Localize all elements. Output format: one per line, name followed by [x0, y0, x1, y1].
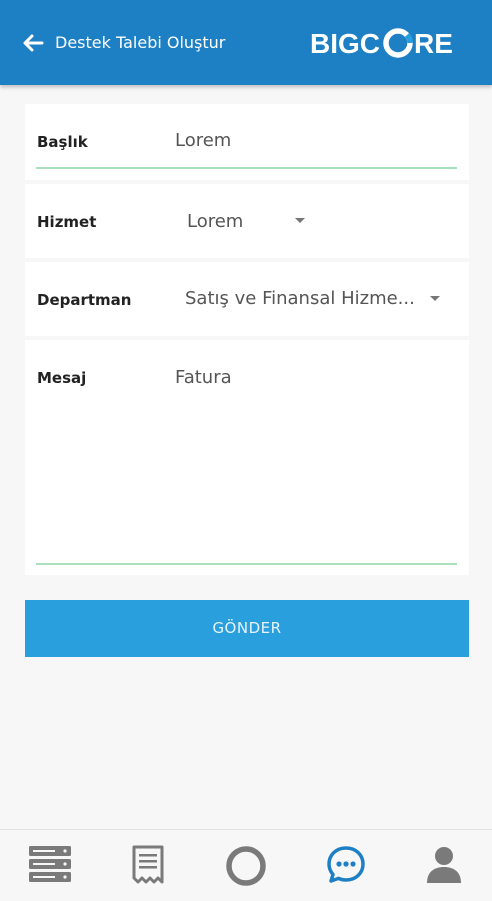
app-header: Destek Talebi Oluştur BIGC RE [0, 0, 492, 85]
baslik-underline [36, 167, 457, 169]
mesaj-field: Mesaj Fatura [25, 340, 469, 575]
departman-select[interactable]: Satış ve Finansal Hizme... [185, 288, 415, 309]
departman-field: Departman Satış ve Finansal Hizme... [25, 262, 469, 336]
submit-button[interactable]: GÖNDER [25, 600, 469, 657]
receipt-icon [132, 845, 164, 884]
chevron-down-icon[interactable] [295, 218, 305, 223]
bottom-nav [0, 829, 492, 901]
arrow-left-icon[interactable] [22, 33, 44, 53]
baslik-label: Başlık [37, 133, 88, 151]
baslik-input[interactable]: Lorem [175, 130, 231, 151]
user-icon [427, 847, 461, 883]
chat-bubble-icon [327, 846, 365, 883]
nav-profile[interactable] [418, 844, 470, 890]
page-title: Destek Talebi Oluştur [55, 33, 226, 52]
mesaj-label: Mesaj [37, 369, 87, 387]
circle-home-icon [226, 846, 266, 886]
bigcore-logo: BIGC RE [310, 28, 453, 59]
mesaj-textarea[interactable]: Fatura [175, 367, 232, 388]
baslik-field: Başlık Lorem [25, 104, 469, 180]
nav-home[interactable] [220, 844, 272, 890]
nav-invoices[interactable] [122, 844, 174, 890]
hizmet-select[interactable]: Lorem [187, 211, 243, 232]
hizmet-label: Hizmet [37, 213, 97, 231]
svg-text:BIGC: BIGC [310, 28, 380, 59]
nav-services[interactable] [24, 844, 76, 890]
chevron-down-icon[interactable] [430, 296, 440, 301]
departman-label: Departman [37, 291, 132, 309]
nav-support[interactable] [320, 844, 372, 890]
svg-text:RE: RE [414, 28, 453, 59]
mesaj-underline [36, 563, 457, 565]
hizmet-field: Hizmet Lorem [25, 184, 469, 258]
server-list-icon [29, 846, 71, 882]
